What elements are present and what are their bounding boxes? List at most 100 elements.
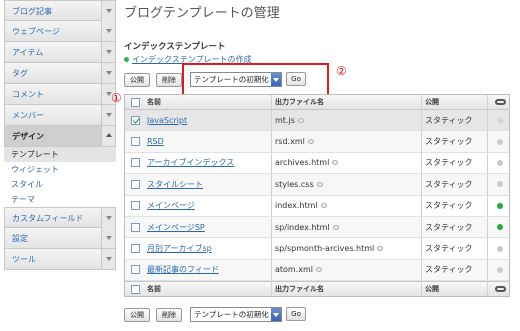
annotation-marker-2: ② (336, 64, 347, 78)
status-icon (496, 116, 504, 124)
chevron-down-icon[interactable] (101, 42, 115, 62)
template-name-link[interactable]: JavaScript (147, 116, 187, 125)
column-header-name[interactable]: 名前 (147, 95, 161, 109)
status-icon (497, 159, 503, 166)
row-checkbox[interactable] (131, 158, 140, 168)
row-checkbox[interactable] (131, 137, 140, 147)
sidebar-subitem-templates[interactable]: テンプレート (4, 147, 116, 162)
section-title: インデックステンプレート (124, 42, 226, 52)
chevron-up-icon[interactable] (101, 126, 115, 146)
table-body: JavaScript mt.js スタティック RSD rsd.xml スタティック アーカ… (125, 110, 509, 282)
file-icon (332, 224, 339, 230)
file-icon (316, 181, 323, 187)
row-checkbox[interactable] (131, 115, 140, 125)
table-header: 名前 出力ファイル名 公開 (125, 95, 509, 110)
publish-type: スタティック (425, 179, 473, 189)
status-icon (497, 266, 503, 273)
chevron-down-icon[interactable] (101, 63, 115, 83)
sidebar-item-label: ウェブページ (12, 27, 60, 36)
sidebar-item-label: タグ (12, 69, 28, 78)
column-header-output-file[interactable]: 出力ファイル名 (275, 282, 324, 296)
publish-type: スタティック (425, 222, 473, 232)
publish-type: スタティック (425, 244, 473, 254)
sidebar-subitem-themes[interactable]: テーマ (4, 192, 116, 207)
sidebar-item-custom-fields[interactable]: カスタムフィールド (4, 207, 116, 228)
template-name-link[interactable]: メインページSP (147, 222, 205, 233)
output-file-name: archives.html (275, 158, 330, 168)
template-name-link[interactable]: RSD (147, 137, 164, 146)
publish-button-bottom[interactable]: 公開 (124, 308, 150, 322)
file-icon (320, 203, 327, 209)
file-icon (307, 139, 314, 145)
table-row: アーカイブインデックス archives.html スタティック (125, 152, 509, 175)
chevron-down-icon[interactable] (101, 105, 115, 125)
template-name-link[interactable]: アーカイブインデックス (147, 157, 234, 168)
row-checkbox[interactable] (131, 244, 140, 254)
delete-button-bottom[interactable]: 削除 (156, 308, 182, 322)
template-name-link[interactable]: 最新記事のフィード (147, 264, 219, 275)
table-row: JavaScript mt.js スタティック (125, 110, 509, 132)
sidebar-item-label: メンバー (12, 111, 44, 120)
sidebar-item-label: アイテム (12, 48, 44, 57)
sidebar-item-assets[interactable]: アイテム (4, 42, 116, 63)
go-button-bottom[interactable]: Go (286, 307, 306, 321)
sidebar: ブログ記事 ウェブページ アイテム タグ コメント メンバー デザイン テンプレ… (4, 0, 116, 270)
template-name-link[interactable]: スタイルシート (147, 179, 203, 190)
select-all-checkbox[interactable] (131, 97, 140, 107)
row-checkbox[interactable] (131, 222, 140, 232)
sidebar-item-label: ツール (12, 255, 36, 264)
sidebar-item-webpages[interactable]: ウェブページ (4, 21, 116, 42)
template-name-link[interactable]: メインページ (147, 200, 195, 211)
table-row: 最新記事のフィード atom.xml スタティック (125, 259, 509, 282)
annotation-marker-1: ① (111, 91, 122, 105)
template-table: 名前 出力ファイル名 公開 JavaScript mt.js スタティック RSD rs… (124, 94, 510, 298)
table-row: スタイルシート styles.css スタティック (125, 174, 509, 196)
template-name-link[interactable]: 月別アーカイブsp (147, 243, 212, 254)
output-file-name: styles.css (275, 179, 314, 189)
sidebar-subitem-styles[interactable]: スタイル (4, 177, 116, 192)
row-checkbox[interactable] (131, 201, 140, 211)
publish-type: スタティック (425, 115, 473, 125)
output-file-name: sp/spmonth-arcives.html (275, 244, 375, 254)
sidebar-subitem-widgets[interactable]: ウィジェット (4, 162, 116, 177)
sidebar-item-entries[interactable]: ブログ記事 (4, 0, 116, 21)
chevron-down-icon[interactable] (101, 21, 115, 41)
table-row: メインページSP sp/index.html スタティック (125, 216, 509, 239)
publish-type: スタティック (425, 201, 473, 211)
sidebar-item-tools[interactable]: ツール (4, 249, 116, 270)
chevron-down-icon[interactable] (101, 208, 115, 228)
sidebar-item-comments[interactable]: コメント (4, 84, 116, 105)
select-all-checkbox[interactable] (131, 284, 140, 294)
status-icon (497, 224, 503, 231)
row-checkbox[interactable] (131, 265, 140, 275)
table-row: RSD rsd.xml スタティック (125, 131, 509, 153)
chevron-down-icon[interactable] (101, 228, 115, 248)
sidebar-item-label: カスタムフィールド (12, 214, 84, 223)
file-icon (377, 246, 384, 252)
status-icon (497, 181, 503, 188)
file-icon (316, 267, 323, 273)
publish-type: スタティック (425, 265, 473, 275)
sidebar-item-settings[interactable]: 設定 (4, 228, 116, 249)
column-header-name[interactable]: 名前 (147, 282, 161, 296)
delete-button[interactable]: 削除 (156, 73, 182, 87)
link-icon (494, 286, 506, 293)
chevron-down-icon[interactable] (101, 249, 115, 269)
sidebar-item-label: コメント (12, 90, 44, 99)
chevron-down-icon[interactable] (101, 1, 115, 21)
plus-icon (124, 57, 129, 62)
output-file-name: sp/index.html (275, 222, 330, 232)
column-header-output-file[interactable]: 出力ファイル名 (275, 95, 324, 109)
column-header-publish[interactable]: 公開 (425, 95, 439, 109)
row-checkbox[interactable] (131, 179, 140, 189)
sidebar-item-members[interactable]: メンバー (4, 105, 116, 126)
chevron-down-icon[interactable] (271, 308, 281, 321)
publish-button[interactable]: 公開 (124, 73, 150, 87)
file-icon (332, 160, 339, 166)
sidebar-item-tags[interactable]: タグ (4, 63, 116, 84)
link-icon (494, 99, 506, 105)
sidebar-item-design[interactable]: デザイン (4, 126, 116, 147)
column-header-publish[interactable]: 公開 (425, 282, 439, 296)
action-select-bottom[interactable]: テンプレートの初期化 (190, 307, 282, 322)
publish-type: スタティック (425, 158, 473, 168)
